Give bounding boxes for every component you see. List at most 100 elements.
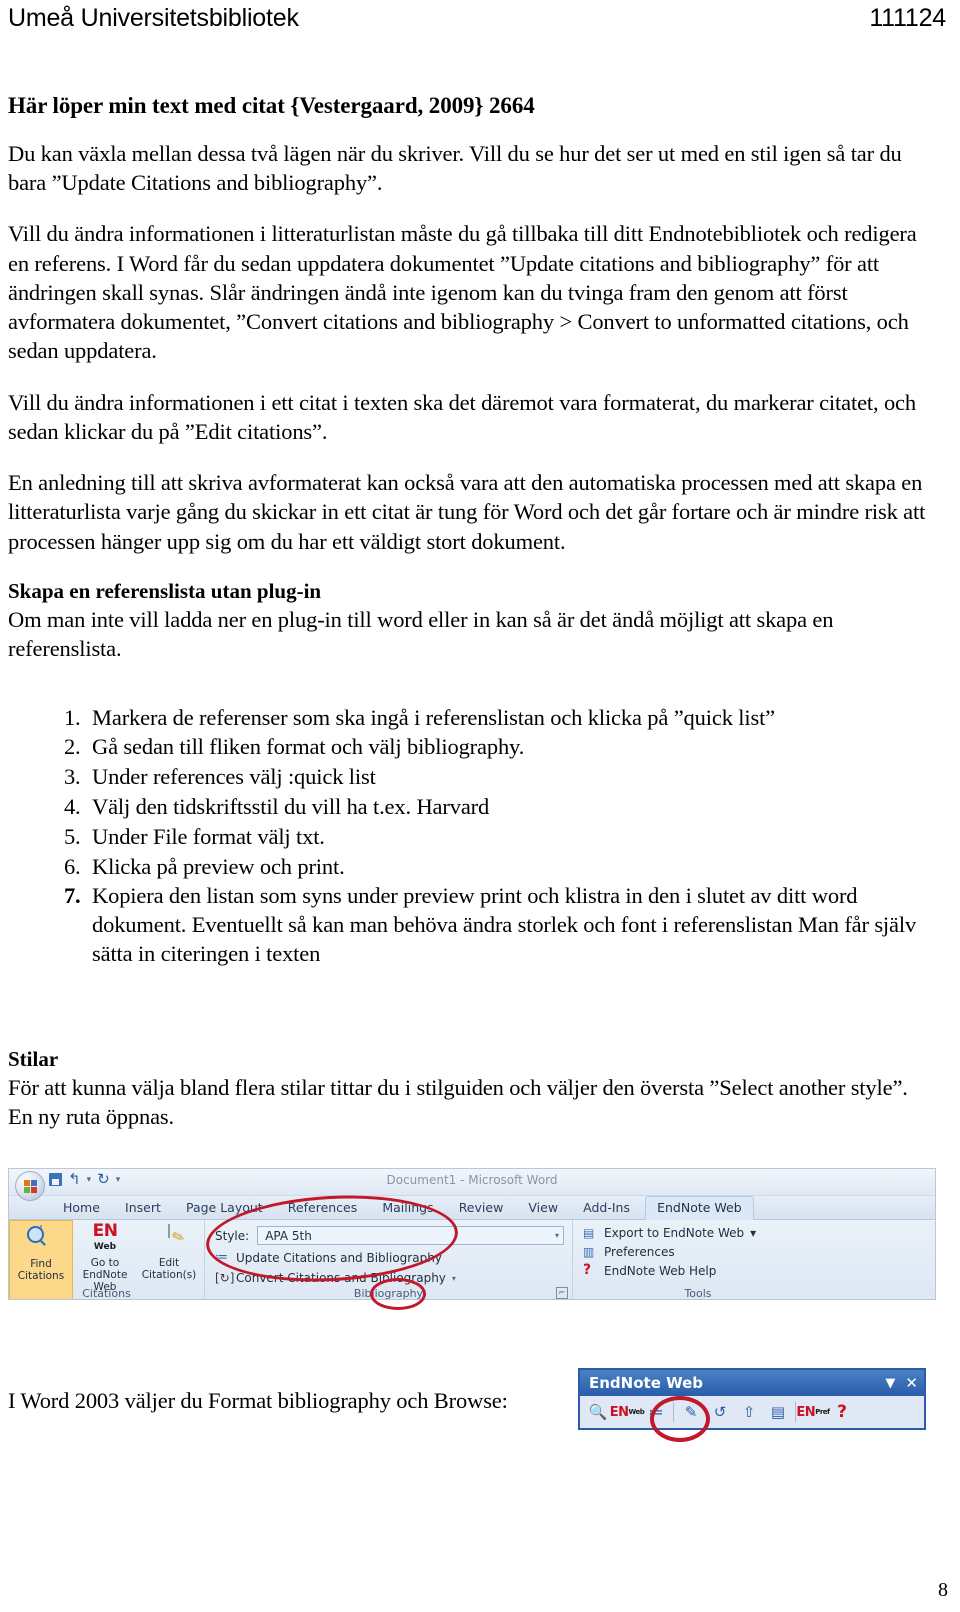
- list-item: Kopiera den listan som syns under previe…: [86, 882, 934, 968]
- tab-review[interactable]: Review: [449, 1196, 514, 1219]
- list-item: Gå sedan till fliken format och välj bib…: [86, 733, 934, 762]
- undo-icon[interactable]: ↰: [68, 1172, 81, 1187]
- tab-references[interactable]: References: [278, 1196, 367, 1219]
- button-line2: Citations: [17, 1270, 65, 1282]
- tab-home[interactable]: Home: [53, 1196, 110, 1219]
- word-ribbon-screenshot: ↰ ▾ ↻ ▾ Document1 - Microsoft Word Home …: [8, 1168, 936, 1300]
- group-label-tools: Tools: [684, 1287, 712, 1300]
- preferences-icon: ▥: [583, 1245, 595, 1259]
- office-button-icon[interactable]: [15, 1171, 45, 1201]
- tab-endnote-web[interactable]: EndNote Web: [645, 1196, 754, 1220]
- button-line1: Find: [30, 1258, 52, 1270]
- steps-list: Markera de referenser som ska ingå i ref…: [8, 704, 934, 969]
- chevron-down-icon[interactable]: ▼: [885, 1377, 895, 1390]
- redo-icon[interactable]: ↻: [97, 1172, 110, 1187]
- import-references-icon[interactable]: ▤: [766, 1400, 790, 1424]
- document-page: Umeå Universitetsbibliotek 111124 Här lö…: [0, 0, 960, 1612]
- endnote-web-help-icon[interactable]: ?: [830, 1400, 854, 1424]
- update-citations-label: Update Citations and Bibliography: [236, 1251, 442, 1265]
- button-line1: Edit: [158, 1257, 180, 1269]
- endnote-web-toolbar-title: EndNote Web: [589, 1374, 704, 1392]
- paragraph-1: Du kan växla mellan dessa två lägen när …: [8, 140, 902, 195]
- style-label: Style:: [215, 1228, 250, 1243]
- window-title: Document1 - Microsoft Word: [386, 1173, 558, 1187]
- ribbon-empty-area: [823, 1220, 935, 1299]
- format-bibliography-icon[interactable]: ≔: [644, 1400, 668, 1424]
- quick-access-toolbar[interactable]: ↰ ▾ ↻ ▾: [49, 1172, 121, 1187]
- word-title-bar: ↰ ▾ ↻ ▾ Document1 - Microsoft Word: [9, 1169, 935, 1201]
- update-citations-icon: ≔: [215, 1250, 228, 1265]
- style-select[interactable]: APA 5th ▾: [257, 1226, 564, 1245]
- export-travelling-library-icon[interactable]: ⇧: [737, 1400, 761, 1424]
- find-citations-icon: [26, 1225, 56, 1256]
- button-line2: Citation(s): [141, 1269, 197, 1281]
- unformat-citations-icon[interactable]: ↺: [708, 1400, 732, 1424]
- chevron-down-icon: ▾: [750, 1226, 757, 1240]
- find-citations-icon[interactable]: 🔍: [586, 1400, 610, 1424]
- endnote-web-toolbar-icons: 🔍 EN Web ≔ ✎ ↺ ⇧ ▤ EN Pref ?: [580, 1396, 924, 1428]
- paragraph-stilar: För att kunna välja bland flera stilar t…: [8, 1075, 908, 1130]
- endnote-web-preferences-icon[interactable]: EN Pref: [796, 1400, 830, 1424]
- header-organization: Umeå Universitetsbibliotek: [8, 4, 299, 32]
- update-citations-command[interactable]: ≔ Update Citations and Bibliography: [215, 1250, 564, 1266]
- help-icon: ?: [583, 1262, 592, 1278]
- save-icon[interactable]: [49, 1173, 62, 1186]
- convert-citations-command[interactable]: [↻] Convert Citations and Bibliography ▾: [215, 1271, 564, 1285]
- endnote-web-help-command[interactable]: ? EndNote Web Help: [583, 1262, 815, 1278]
- style-row: Style: APA 5th ▾: [215, 1226, 564, 1245]
- heading-stilar: Stilar: [8, 1046, 59, 1071]
- tab-view[interactable]: View: [518, 1196, 568, 1219]
- paragraph-2: Vill du ändra informationen i litteratur…: [8, 221, 917, 364]
- ribbon-content: Find Citations EN Web Go to EndNote Web ✎…: [9, 1220, 935, 1300]
- paragraph-plugin-intro: Om man inte vill ladda ner en plug-in ti…: [8, 607, 834, 662]
- export-to-endnote-web-command[interactable]: ▤ Export to EndNote Web ▾: [583, 1226, 815, 1240]
- page-title: Här löper min text med citat {Vestergaar…: [8, 93, 535, 118]
- page-number: 8: [938, 1579, 948, 1601]
- ribbon-group-tools: ▤ Export to EndNote Web ▾ ▥ Preferences …: [573, 1220, 823, 1300]
- ribbon-group-bibliography: Style: APA 5th ▾ ≔ Update Citations and …: [205, 1220, 573, 1300]
- paragraph-4: En anledning till att skriva avformatera…: [8, 470, 926, 554]
- endnote-web-icon: EN Web: [92, 1221, 118, 1253]
- chevron-down-icon: ▾: [554, 1231, 559, 1240]
- document-body: Här löper min text med citat {Vestergaar…: [8, 92, 934, 1154]
- list-item: Under references välj :quick list: [86, 763, 934, 792]
- export-label: Export to EndNote Web: [604, 1226, 745, 1240]
- tab-insert[interactable]: Insert: [115, 1196, 171, 1219]
- endnote-web-icon[interactable]: EN Web: [610, 1400, 645, 1424]
- dialog-launcher-icon[interactable]: ⌐: [556, 1287, 568, 1299]
- group-label-citations: Citations: [82, 1287, 131, 1300]
- convert-citations-icon: [↻]: [215, 1271, 235, 1285]
- preferences-command[interactable]: ▥ Preferences: [583, 1245, 815, 1259]
- word2003-caption: I Word 2003 väljer du Format bibliograph…: [8, 1388, 508, 1413]
- preferences-label: Preferences: [604, 1245, 675, 1259]
- edit-citation-icon[interactable]: ✎: [679, 1400, 703, 1424]
- export-icon: ▤: [583, 1226, 595, 1240]
- endnote-web-toolbar-titlebar: EndNote Web ▼ ✕: [580, 1370, 924, 1396]
- style-selected-value: APA 5th: [265, 1228, 312, 1243]
- button-line1: Go to: [90, 1257, 120, 1269]
- list-item: Välj den tidskriftsstil du vill ha t.ex.…: [86, 793, 934, 822]
- document-header: Umeå Universitetsbibliotek 111124: [8, 4, 946, 33]
- tab-add-ins[interactable]: Add-Ins: [573, 1196, 640, 1219]
- customize-qat-icon[interactable]: ▾: [116, 1175, 121, 1185]
- group-label-bibliography: Bibliography: [353, 1287, 424, 1300]
- ribbon-tab-strip: Home Insert Page Layout References Maili…: [9, 1196, 935, 1220]
- endnote-web-toolbar: EndNote Web ▼ ✕ 🔍 EN Web ≔ ✎ ↺ ⇧ ▤ EN Pref…: [578, 1368, 926, 1430]
- ribbon-group-citations: Find Citations EN Web Go to EndNote Web ✎…: [9, 1220, 205, 1300]
- undo-dropdown-icon[interactable]: ▾: [87, 1175, 92, 1185]
- separator: [673, 1402, 674, 1422]
- close-icon[interactable]: ✕: [905, 1375, 918, 1390]
- heading-skapa-referenslista: Skapa en referenslista utan plug-in: [8, 578, 322, 603]
- chevron-down-icon: ▾: [451, 1273, 456, 1283]
- list-item: Markera de referenser som ska ingå i ref…: [86, 704, 934, 733]
- header-document-number: 111124: [869, 4, 946, 32]
- list-item: Under File format välj txt.: [86, 823, 934, 852]
- list-item: Klicka på preview och print.: [86, 853, 934, 882]
- tab-mailings[interactable]: Mailings: [372, 1196, 443, 1219]
- convert-citations-label: Convert Citations and Bibliography: [236, 1271, 446, 1285]
- tab-page-layout[interactable]: Page Layout: [176, 1196, 273, 1219]
- paragraph-3: Vill du ändra informationen i ett citat …: [8, 389, 916, 444]
